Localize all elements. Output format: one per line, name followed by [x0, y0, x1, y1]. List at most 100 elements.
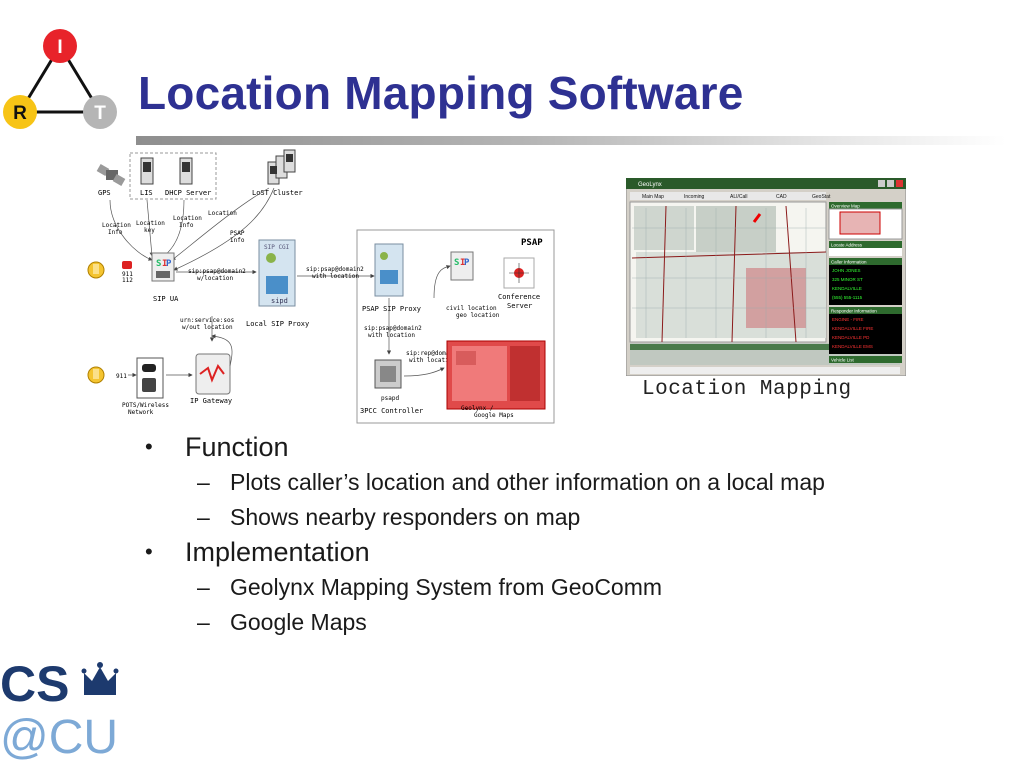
bullet-list: • Function – Plots caller’s location and…	[145, 430, 1005, 640]
panel-caller: Caller Information	[831, 260, 867, 265]
lis-label: LIS	[140, 189, 153, 197]
location-key-label-a: Location	[136, 220, 165, 227]
controller-label: 3PCC Controller	[360, 407, 423, 415]
panel-locate: Locate Address	[831, 243, 863, 248]
tab-cad: CAD	[776, 194, 787, 200]
pots-label-a: POTS/Wireless	[122, 402, 169, 409]
bullet-text: Implementation	[185, 537, 370, 567]
geo-location-label: geo location	[456, 312, 500, 319]
bullet-dot: •	[145, 539, 153, 564]
pots-label-b: Network	[128, 409, 154, 416]
geolynx-screenshot: GeoLynx Main Map Incoming ALI/Call CAD G…	[626, 178, 906, 376]
uri-psap-label-a: sip:psap@domain2	[188, 268, 246, 275]
bullet-dot: •	[145, 434, 153, 459]
urn-sos-label-b: w/out location	[182, 324, 233, 331]
sub-bullet-text: Plots caller’s location and other inform…	[230, 469, 825, 495]
caller-line-3: KENDALVILLE	[832, 286, 862, 291]
svg-text:LocationInfo: Location Info	[102, 222, 131, 236]
uri-psap-3-label-a: sip:psap@domain2	[364, 325, 422, 332]
lost-cluster-icon	[267, 149, 296, 185]
svg-text:P: P	[166, 259, 172, 269]
responder-line-2: KENDALVILLE FIRE	[832, 326, 873, 331]
svg-text:P: P	[464, 258, 470, 268]
gps-label: GPS	[98, 189, 111, 197]
tab-geostat: GeoStat	[812, 194, 831, 200]
sub-bullet-dash: –	[197, 609, 210, 635]
sub-bullet-dash: –	[197, 469, 210, 495]
bullet-text: Function	[185, 432, 289, 462]
hand-icon-2	[87, 366, 105, 384]
svg-text:S: S	[454, 258, 459, 268]
svg-text:POTS/WirelessNetwork: POTS/Wireless Network	[122, 402, 169, 416]
svg-text:sip:psap@domain2with location: sip:psap@domain2 with location	[364, 325, 422, 339]
tab-main-map: Main Map	[642, 194, 664, 200]
local-proxy-label: Local SIP Proxy	[246, 320, 309, 328]
svg-text:sip:psap@domain2with location: sip:psap@domain2 with location	[306, 266, 364, 280]
sub-bullet-dash: –	[197, 504, 210, 530]
sub-bullet-text: Geolynx Mapping System from GeoComm	[230, 574, 663, 600]
n112-label: 112	[122, 277, 133, 284]
main-map	[629, 201, 827, 343]
uri-psap-with-label-a: sip:psap@domain2	[306, 266, 364, 273]
architecture-diagram: GPS LIS DHCP Server LoST Cluster Locatio…	[87, 149, 555, 424]
crown-icon	[81, 662, 119, 695]
local-sip-proxy-icon: SIP CGI sipd	[258, 239, 296, 307]
geolynx-label-b: Google Maps	[474, 412, 514, 419]
caller-line-4: (555) 555-1115	[832, 295, 863, 300]
tab-ali-call: ALI/Call	[730, 194, 748, 200]
sub-bullet-text: Google Maps	[230, 609, 367, 635]
sub-bullet-text: Shows nearby responders on map	[230, 504, 581, 530]
lis-server-icon	[140, 157, 154, 185]
svg-text:PSAPInfo: PSAP Info	[230, 230, 245, 244]
sip-ua-label: SIP UA	[153, 295, 179, 303]
hand-icon	[87, 261, 105, 279]
sip-cgi-label: SIP CGI	[264, 244, 290, 251]
bullet-implementation: • Implementation	[145, 535, 1005, 570]
svg-text:sip:psap@domain2w/location: sip:psap@domain2 w/location	[188, 268, 246, 282]
irt-logo: I R T	[3, 29, 117, 129]
svg-text:Locationkey: Location key	[136, 220, 165, 234]
conference-server-icon	[503, 257, 535, 289]
cs-logo-text: CS	[0, 656, 69, 712]
panel-responder: Responder Information	[831, 309, 877, 314]
responder-line-4: KENDALVILLE EMS	[832, 344, 873, 349]
dhcp-server-icon	[179, 157, 193, 185]
geolynx-map-thumbnail	[446, 340, 546, 410]
conference-label-a: Conference	[498, 293, 540, 301]
location-label: Location	[208, 210, 237, 217]
responder-line-3: KENDALVILLE PD	[832, 335, 870, 340]
psapd-server-icon	[374, 359, 402, 389]
geolynx-label-a: Geolynx /	[461, 405, 494, 412]
psap-proxy-label: PSAP SIP Proxy	[362, 305, 421, 313]
uri-psap-with-label-b: with location	[312, 273, 359, 280]
sub-bullet: – Shows nearby responders on map	[145, 500, 1005, 535]
psap-label: PSAP	[521, 238, 543, 248]
uri-psap-label-b: w/location	[197, 275, 234, 282]
window-title: GeoLynx	[638, 182, 662, 188]
screenshot-caption: Location Mapping	[642, 378, 852, 401]
panel-vehicle: Vehicle List	[831, 358, 855, 363]
location-info-label-2a: Location	[173, 215, 202, 222]
telephone-icon	[136, 357, 164, 399]
irt-letter-r: R	[13, 103, 27, 124]
caller-line-2: 325 MINOR ST	[832, 277, 863, 282]
cs-cu-logo: CS @CU	[0, 656, 119, 760]
tab-incoming: Incoming	[684, 194, 705, 200]
responder-line-1: ENGINE - FIRE	[832, 317, 864, 322]
bullet-function: • Function	[145, 430, 1005, 465]
slide-title: Location Mapping Software	[138, 67, 744, 119]
conference-label-b: Server	[507, 302, 532, 310]
psap-sip-proxy-icon	[374, 243, 404, 297]
n911-label-2: 911	[116, 373, 127, 380]
irt-letter-t: T	[94, 103, 106, 124]
civil-location-label: civil location	[446, 305, 497, 312]
svg-text:LocationInfo: Location Info	[173, 215, 202, 229]
phone-icon	[122, 261, 132, 269]
irt-letter-i: I	[57, 37, 62, 58]
uri-psap-3-label-b: with location	[368, 332, 415, 339]
sub-bullet: – Geolynx Mapping System from GeoComm	[145, 570, 1005, 605]
sub-bullet: – Plots caller’s location and other info…	[145, 465, 1005, 500]
dhcp-label: DHCP Server	[165, 189, 211, 197]
ip-gateway-label: IP Gateway	[190, 397, 232, 405]
title-rule	[136, 136, 1006, 145]
